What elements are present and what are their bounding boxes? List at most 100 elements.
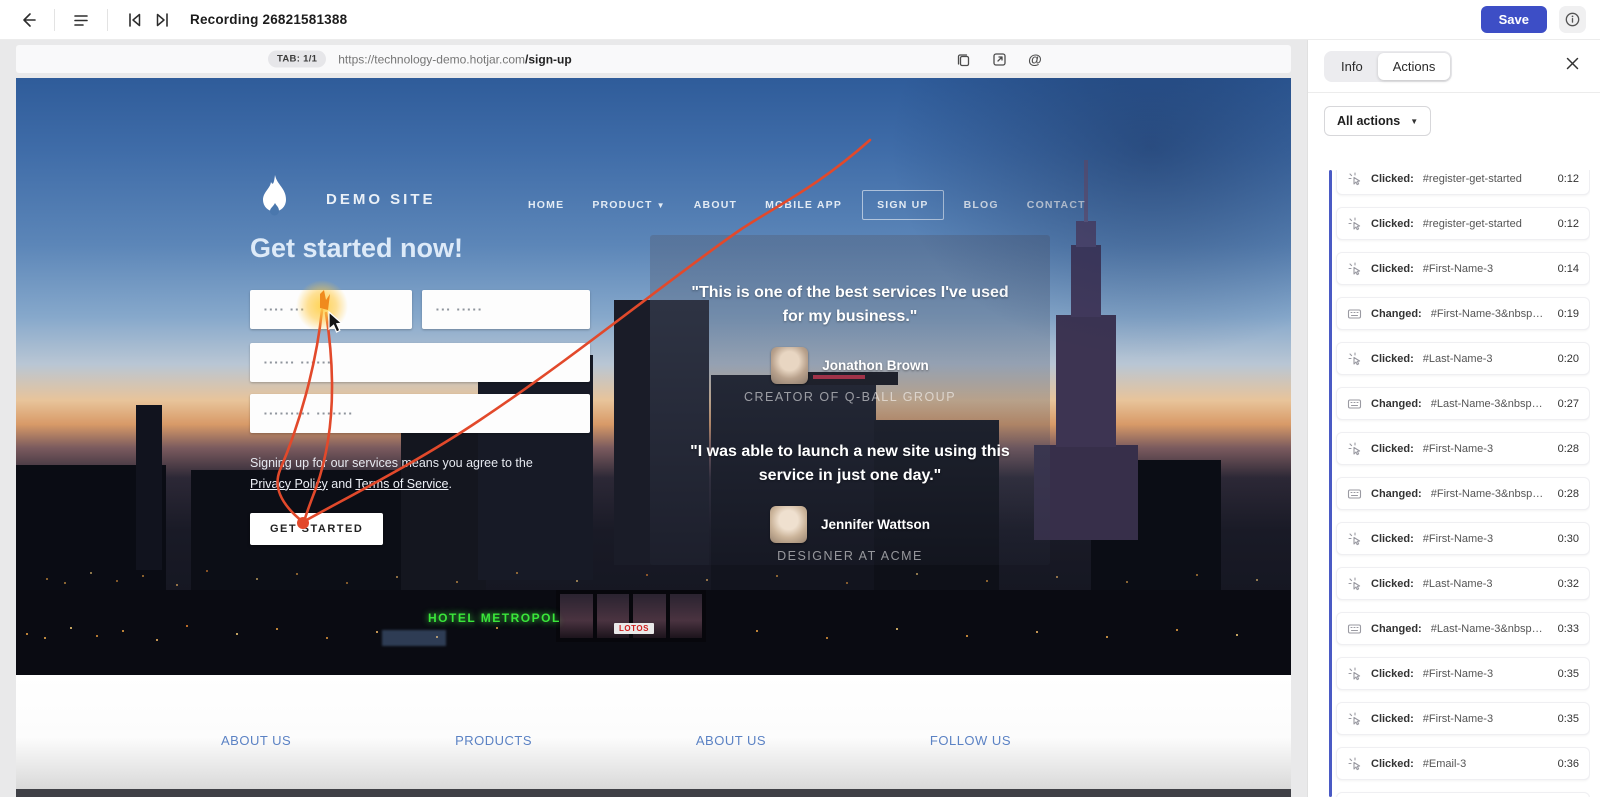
all-actions-dropdown[interactable]: All actions ▼ [1324,106,1432,136]
palace-tower-mid [1056,315,1116,447]
url-bar: TAB: 1/1 https://technology-demo.hotjar.… [16,45,1291,73]
site-brand: DEMO SITE [326,191,436,208]
actions-scroll-area[interactable]: Clicked: #register-get-started 0:12 Clic… [1324,170,1590,797]
action-target: #First-Name-3 [1422,532,1494,545]
masked-value: ▪▪▪ ▪▪▪▪▪ [436,305,484,314]
action-row[interactable]: Changed: #Last-Name-3&nbsp;to "*" 0:27 [1336,387,1590,420]
info-button[interactable] [1559,6,1586,33]
tab-actions[interactable]: Actions [1377,52,1451,80]
flame-logo-icon [263,175,286,216]
keyboard-action-icon [1347,306,1362,321]
footer-link-follow-us[interactable]: FOLLOW US [930,733,1011,748]
avatar [771,347,809,384]
action-target: #First-Name-3&nbsp;to "**... [1430,487,1545,500]
page-url: https://technology-demo.hotjar.com/sign-… [338,52,572,66]
action-target: #Last-Name-3 [1422,577,1493,590]
save-button[interactable]: Save [1480,6,1547,33]
action-target: #First-Name-3 [1422,262,1494,275]
privacy-policy-link[interactable]: Privacy Policy [250,477,328,491]
back-button[interactable] [14,6,42,34]
close-icon [1566,57,1579,70]
action-time: 0:20 [1557,352,1579,365]
action-time: 0:27 [1557,397,1579,410]
action-time: 0:28 [1557,442,1579,455]
copy-url-icon[interactable] [954,50,972,68]
hotel-metropol-sign: HOTEL METROPOL [428,611,561,625]
cinema-billboard [556,590,706,642]
action-row[interactable]: Clicked: #First-Name-3 0:35 [1336,702,1590,735]
site-footer: ABOUT US PRODUCTS ABOUT US FOLLOW US [16,675,1291,789]
action-row[interactable]: Clicked: #Email-3 0:36 [1336,747,1590,780]
nav-mobile-app[interactable]: MOBILE APP [751,191,856,219]
action-row[interactable]: Changed: #Last-Name-3&nbsp;to "**" 0:33 [1336,612,1590,645]
nav-sign-up[interactable]: SIGN UP [862,190,944,220]
click-action-icon [1347,666,1362,681]
footer-link-about-us-2[interactable]: ABOUT US [696,733,766,748]
action-type-label: Clicked: [1371,172,1414,185]
tab-info[interactable]: Info [1326,53,1378,80]
nav-home[interactable]: HOME [514,191,578,219]
city-lights [26,633,28,635]
click-action-icon [1347,756,1362,771]
action-row[interactable]: Clicked: #First-Name-3 0:30 [1336,522,1590,555]
action-row[interactable]: Clicked: #First-Name-3 0:28 [1336,432,1590,465]
action-row[interactable]: Clicked: #Last-Name-3 0:32 [1336,567,1590,600]
at-icon[interactable]: @ [1026,50,1044,68]
site-nav: HOME PRODUCT ▼ ABOUT MOBILE APP SIGN UP B… [514,190,1100,220]
nav-about[interactable]: ABOUT [680,191,751,219]
next-recording-button[interactable] [148,6,176,34]
info-circle-icon [1565,12,1580,27]
action-type-label: Clicked: [1371,262,1414,275]
action-time: 0:14 [1557,262,1579,275]
action-row[interactable]: Changed: #Email-3&nbsp;to "****" 0:36 [1336,792,1590,797]
terms-of-service-link[interactable]: Terms of Service [355,477,448,491]
action-row[interactable]: Changed: #First-Name-3&nbsp;to "*" 0:19 [1336,297,1590,330]
recordings-list-button[interactable] [67,6,95,34]
action-time: 0:33 [1557,622,1579,635]
click-action-icon [1347,171,1362,186]
tab-counter-badge: TAB: 1/1 [268,50,327,68]
panel-tabs: Info Actions [1324,50,1453,82]
action-time: 0:12 [1557,217,1579,230]
action-time: 0:35 [1557,667,1579,680]
palace-spire [1084,160,1088,222]
open-external-icon[interactable] [990,50,1008,68]
action-target: #register-get-started [1422,217,1522,230]
action-type-label: Clicked: [1371,352,1414,365]
keyboard-action-icon [1347,396,1362,411]
skip-previous-icon [128,12,140,27]
action-row[interactable]: Clicked: #register-get-started 0:12 [1336,207,1590,240]
palace-clock-box [1076,221,1096,247]
action-time: 0:12 [1557,172,1579,185]
click-action-icon [1347,261,1362,276]
storefront-glow [382,630,446,646]
avatar [769,506,807,543]
action-row[interactable]: Clicked: #First-Name-3 0:35 [1336,657,1590,690]
testimonial-quote: "This is one of the best services I've u… [691,284,1009,325]
nav-product[interactable]: PRODUCT ▼ [578,191,679,219]
password-field[interactable]: ▪▪▪▪▪▪▪▪▪ ▪▪▪▪▪▪▪ [250,394,590,433]
action-row[interactable]: Changed: #First-Name-3&nbsp;to "**... 0:… [1336,477,1590,510]
testimonial-name: Jennifer Wattson [820,517,930,532]
chevron-down-icon: ▼ [656,201,666,210]
action-type-label: Clicked: [1371,712,1414,725]
top-toolbar: Recording 26821581388 Save [0,0,1600,40]
close-panel-button[interactable] [1561,52,1584,80]
action-row[interactable]: Clicked: #First-Name-3 0:14 [1336,252,1590,285]
previous-recording-button[interactable] [120,6,148,34]
footer-link-products[interactable]: PRODUCTS [455,733,532,748]
nav-contact[interactable]: CONTACT [1013,191,1100,219]
action-type-label: Changed: [1371,307,1422,320]
first-name-field[interactable]: ▪▪▪▪ ▪▪▪ [250,290,412,329]
email-field[interactable]: ▪▪▪▪▪▪ ▪▪▪▪▪▪ [250,343,590,382]
action-row[interactable]: Clicked: #Last-Name-3 0:20 [1336,342,1590,375]
action-row[interactable]: Clicked: #register-get-started 0:12 [1336,170,1590,195]
masked-value: ▪▪▪▪▪▪ ▪▪▪▪▪▪ [264,358,333,367]
last-name-field[interactable]: ▪▪▪ ▪▪▪▪▪ [422,290,590,329]
action-target: #register-get-started [1422,172,1522,185]
get-started-button[interactable]: GET STARTED [250,513,384,545]
action-time: 0:35 [1557,712,1579,725]
action-type-label: Changed: [1371,397,1422,410]
footer-link-about-us[interactable]: ABOUT US [221,733,291,748]
nav-blog[interactable]: BLOG [950,191,1013,219]
